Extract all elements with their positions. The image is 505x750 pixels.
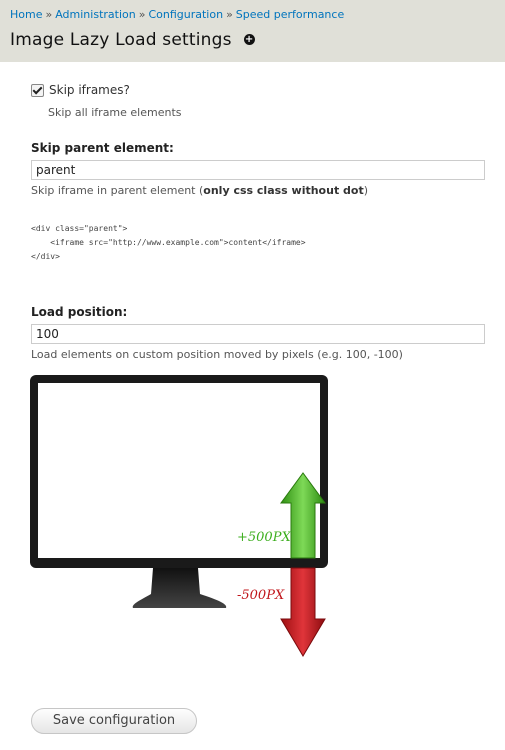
breadcrumb-configuration[interactable]: Configuration <box>148 8 223 21</box>
arrow-down-icon <box>280 567 326 657</box>
breadcrumb-home[interactable]: Home <box>10 8 42 21</box>
monitor-icon <box>30 375 328 608</box>
load-position-diagram: +500PX -500PX <box>28 372 338 668</box>
skip-parent-description-prefix: Skip iframe in parent element ( <box>31 184 204 197</box>
breadcrumb-separator: » <box>45 8 53 21</box>
plus-circle-icon[interactable]: + <box>243 33 255 45</box>
code-example: <div class="parent"> <iframe src="http:/… <box>31 222 306 264</box>
skip-iframes-label: Skip iframes? <box>49 83 130 97</box>
page-header: Home» Administration» Configuration» Speed … <box>0 0 505 62</box>
breadcrumb-speed-performance[interactable]: Speed performance <box>236 8 344 21</box>
breadcrumb-separator: » <box>226 8 233 21</box>
down-offset-label: -500PX <box>237 588 285 603</box>
monitor-diagram: +500PX -500PX <box>30 375 328 657</box>
skip-parent-description: Skip iframe in parent element (only css … <box>31 184 368 197</box>
breadcrumb-separator: » <box>138 8 146 21</box>
skip-iframes-checkbox[interactable] <box>31 83 44 97</box>
skip-parent-label: Skip parent element: <box>31 141 174 155</box>
breadcrumb: Home» Administration» Configuration» Speed … <box>10 8 344 21</box>
code-line: </div> <box>31 252 60 261</box>
code-line: <div class="parent"> <box>31 224 128 233</box>
page-title-row: Image Lazy Load settings + <box>10 30 255 50</box>
page-title: Image Lazy Load settings <box>10 30 232 50</box>
breadcrumb-administration[interactable]: Administration <box>55 8 136 21</box>
code-line: <iframe src="http://www.example.com">con… <box>31 238 306 247</box>
save-configuration-button[interactable]: Save configuration <box>31 708 197 734</box>
load-position-input[interactable]: 100 <box>31 324 485 344</box>
skip-parent-input[interactable]: parent <box>31 160 485 180</box>
load-position-description: Load elements on custom position moved b… <box>31 348 403 361</box>
skip-parent-description-suffix: ) <box>363 184 369 197</box>
load-position-label: Load position: <box>31 305 128 319</box>
skip-iframes-row: Skip iframes? <box>31 83 130 97</box>
skip-iframes-description: Skip all iframe elements <box>48 106 182 119</box>
up-offset-label: +500PX <box>237 530 291 545</box>
skip-parent-description-bold: only css class without dot <box>203 184 364 197</box>
